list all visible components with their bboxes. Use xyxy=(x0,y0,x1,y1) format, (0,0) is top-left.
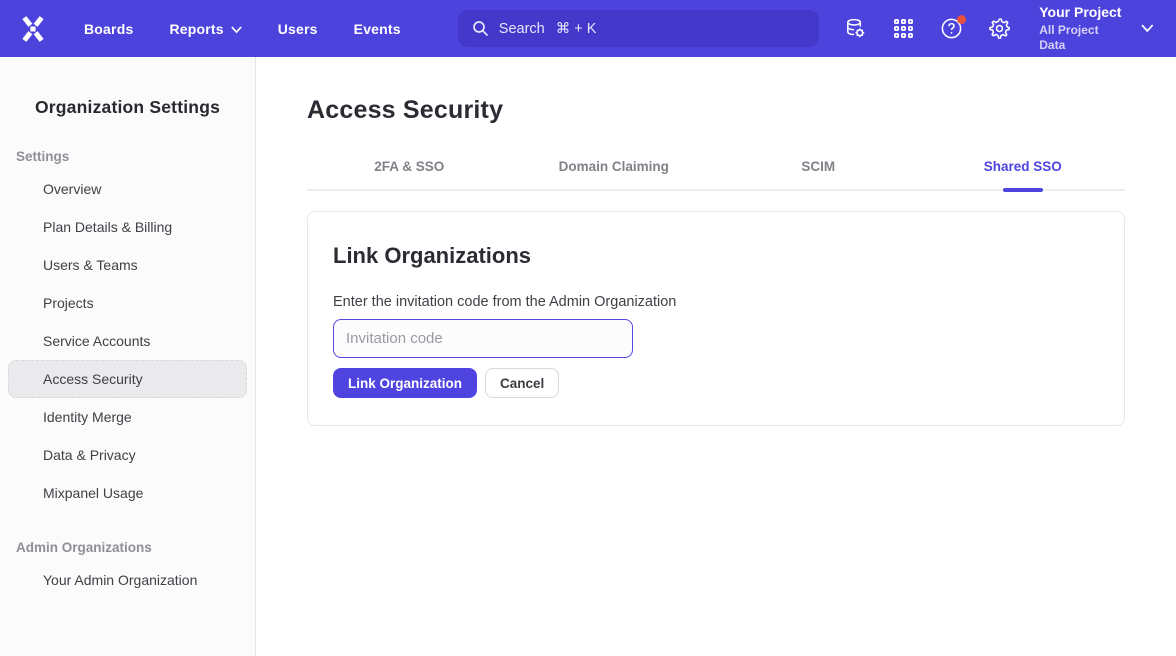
search-shortcut: ⌘ + K xyxy=(556,21,597,37)
project-selector[interactable]: Your Project All Project Data xyxy=(1039,4,1154,53)
invitation-code-input[interactable] xyxy=(333,319,633,358)
primary-nav: Boards Reports Users Events xyxy=(84,21,401,37)
sidebar-item-projects[interactable]: Projects xyxy=(8,284,247,322)
invitation-code-label: Enter the invitation code from the Admin… xyxy=(333,294,1099,310)
mixpanel-logo-icon[interactable] xyxy=(20,16,46,42)
tab-scim[interactable]: SCIM xyxy=(716,159,921,189)
top-navigation-bar: Boards Reports Users Events Search ⌘ + K xyxy=(0,0,1176,57)
project-scope: All Project Data xyxy=(1039,23,1125,53)
sidebar-item-mixpanel-usage[interactable]: Mixpanel Usage xyxy=(8,474,247,512)
nav-item-label: Boards xyxy=(84,21,133,37)
sidebar-section-header-settings: Settings xyxy=(16,149,239,164)
tab-domain-claiming[interactable]: Domain Claiming xyxy=(512,159,717,189)
sidebar-item-plan-details-billing[interactable]: Plan Details & Billing xyxy=(8,208,247,246)
tab-shared-sso[interactable]: Shared SSO xyxy=(921,159,1126,189)
page-title: Access Security xyxy=(307,96,1125,125)
main-content: Access Security 2FA & SSODomain Claiming… xyxy=(256,57,1176,656)
sidebar-item-identity-merge[interactable]: Identity Merge xyxy=(8,398,247,436)
tab-2fa-sso[interactable]: 2FA & SSO xyxy=(307,159,512,189)
nav-item-events[interactable]: Events xyxy=(354,21,401,37)
nav-item-label: Reports xyxy=(169,21,223,37)
sidebar-section-header-admin-organizations: Admin Organizations xyxy=(16,540,239,555)
search-placeholder: Search xyxy=(499,21,545,37)
search-icon xyxy=(472,20,489,37)
sidebar-item-overview[interactable]: Overview xyxy=(8,170,247,208)
sidebar-sections: Settings OverviewPlan Details & BillingUs… xyxy=(0,149,255,599)
nav-item-reports[interactable]: Reports xyxy=(169,21,241,37)
sidebar-item-users-teams[interactable]: Users & Teams xyxy=(8,246,247,284)
search-input[interactable]: Search ⌘ + K xyxy=(458,10,819,47)
nav-item-label: Users xyxy=(278,21,318,37)
settings-gear-icon[interactable] xyxy=(987,17,1011,41)
card-actions: Link Organization Cancel xyxy=(333,368,1099,398)
chevron-down-icon xyxy=(231,26,242,34)
tab-bar: 2FA & SSODomain ClaimingSCIMShared SSO xyxy=(307,159,1125,191)
notification-dot xyxy=(957,15,966,24)
link-organization-button[interactable]: Link Organization xyxy=(333,368,477,398)
sidebar-item-access-security[interactable]: Access Security xyxy=(8,360,247,398)
nav-item-users[interactable]: Users xyxy=(278,21,318,37)
cancel-button[interactable]: Cancel xyxy=(485,368,559,398)
data-management-icon[interactable] xyxy=(843,17,867,41)
sidebar-item-your-admin-organization[interactable]: Your Admin Organization xyxy=(8,561,247,599)
card-title: Link Organizations xyxy=(333,243,1099,269)
chevron-down-icon xyxy=(1141,24,1154,33)
nav-item-label: Events xyxy=(354,21,401,37)
sidebar-item-data-privacy[interactable]: Data & Privacy xyxy=(8,436,247,474)
nav-item-boards[interactable]: Boards xyxy=(84,21,133,37)
sidebar-title: Organization Settings xyxy=(0,97,255,118)
link-organizations-card: Link Organizations Enter the invitation … xyxy=(307,211,1125,426)
sidebar-item-service-accounts[interactable]: Service Accounts xyxy=(8,322,247,360)
settings-sidebar: Organization Settings Settings OverviewPl… xyxy=(0,57,256,656)
help-icon[interactable] xyxy=(939,17,963,41)
project-name: Your Project xyxy=(1039,4,1125,22)
apps-grid-icon[interactable] xyxy=(891,17,915,41)
